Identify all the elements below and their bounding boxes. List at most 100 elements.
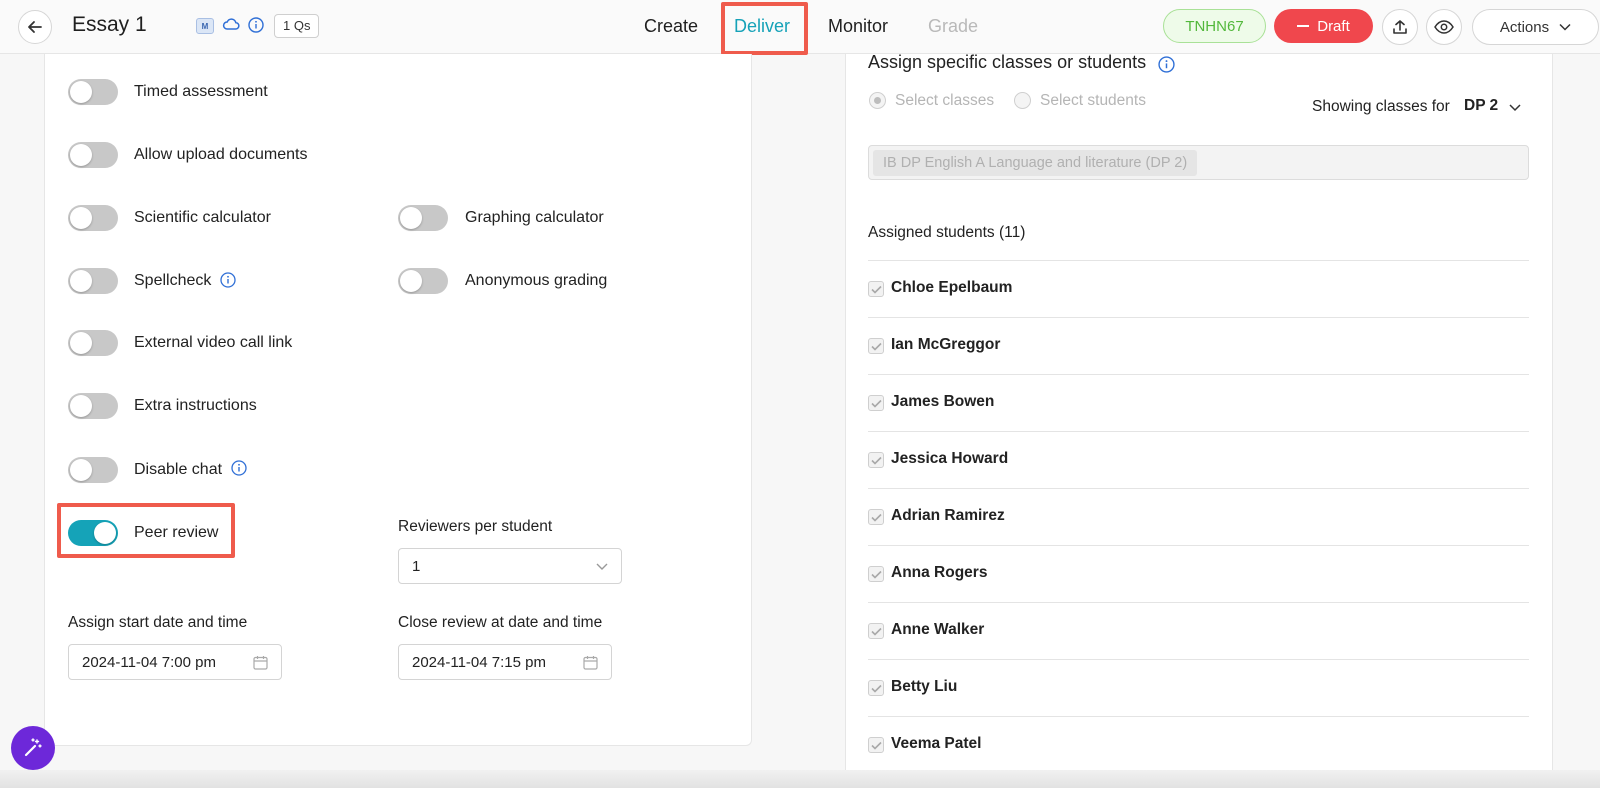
check-icon: [870, 570, 882, 579]
preview-button[interactable]: [1426, 9, 1462, 45]
cloud-icon: [222, 18, 240, 30]
label-scientific-calculator: Scientific calculator: [134, 209, 271, 226]
student-name: Adrian Ramirez: [891, 507, 1005, 524]
page-title: Essay 1: [72, 13, 147, 36]
radio-select-classes[interactable]: [869, 92, 886, 109]
assign-start-value: 2024-11-04 7:00 pm: [82, 654, 216, 671]
draft-status-button[interactable]: Draft: [1274, 9, 1373, 43]
radio-select-classes-label: Select classes: [895, 92, 995, 109]
join-code-pill[interactable]: TNHN67: [1163, 9, 1266, 43]
deliver-tab-highlight: [721, 2, 808, 55]
label-allow-upload-documents: Allow upload documents: [134, 146, 308, 163]
microsoft-integration-icon: M: [196, 18, 214, 34]
label-disable-chat: Disable chat: [134, 461, 223, 478]
disable-chat-info-icon[interactable]: [231, 460, 247, 476]
close-review-value: 2024-11-04 7:15 pm: [412, 654, 546, 671]
student-checkbox[interactable]: [868, 281, 884, 297]
close-review-date-input[interactable]: 2024-11-04 7:15 pm: [398, 644, 612, 680]
students-list: Chloe Epelbaum Ian McGreggor James Bowen Je…: [868, 260, 1529, 773]
reviewers-per-student-value: 1: [412, 558, 421, 575]
close-review-label: Close review at date and time: [398, 614, 603, 631]
toggle-peer-review[interactable]: [68, 520, 118, 546]
student-checkbox[interactable]: [868, 338, 884, 354]
class-chip: IB DP English A Language and literature …: [873, 150, 1198, 176]
toggle-anonymous-grading[interactable]: [398, 268, 448, 294]
actions-dropdown[interactable]: Actions: [1472, 9, 1599, 45]
assign-start-date-input[interactable]: 2024-11-04 7:00 pm: [68, 644, 282, 680]
student-row[interactable]: Chloe Epelbaum: [868, 260, 1529, 317]
student-checkbox[interactable]: [868, 680, 884, 696]
student-row[interactable]: Veema Patel: [868, 716, 1529, 773]
draft-label: Draft: [1317, 17, 1350, 35]
toggle-allow-upload-documents[interactable]: [68, 142, 118, 168]
back-button[interactable]: [18, 10, 52, 44]
calendar-icon: [253, 656, 268, 670]
toggle-external-video-call-link[interactable]: [68, 330, 118, 356]
tab-monitor[interactable]: Monitor: [828, 16, 888, 37]
label-anonymous-grading: Anonymous grading: [465, 272, 608, 289]
student-checkbox[interactable]: [868, 509, 884, 525]
student-row[interactable]: Adrian Ramirez: [868, 488, 1529, 545]
toggle-timed-assessment[interactable]: [68, 79, 118, 105]
student-row[interactable]: Jessica Howard: [868, 431, 1529, 488]
student-row[interactable]: Betty Liu: [868, 659, 1529, 716]
assign-start-label: Assign start date and time: [68, 614, 248, 631]
toggle-graphing-calculator[interactable]: [398, 205, 448, 231]
student-row[interactable]: Anne Walker: [868, 602, 1529, 659]
calendar-icon: [583, 656, 598, 670]
label-extra-instructions: Extra instructions: [134, 397, 257, 414]
student-checkbox[interactable]: [868, 566, 884, 582]
student-name: Chloe Epelbaum: [891, 279, 1013, 296]
student-row[interactable]: Anna Rogers: [868, 545, 1529, 602]
share-button[interactable]: [1382, 9, 1418, 45]
showing-classes-label: Showing classes for: [1312, 98, 1450, 115]
tab-grade[interactable]: Grade: [928, 16, 978, 37]
student-checkbox[interactable]: [868, 623, 884, 639]
info-icon[interactable]: [248, 17, 264, 33]
arrow-left-icon: [28, 21, 42, 33]
label-external-video-call-link: External video call link: [134, 334, 293, 351]
radio-select-students-label: Select students: [1040, 92, 1146, 109]
student-checkbox[interactable]: [868, 737, 884, 753]
check-icon: [870, 513, 882, 522]
check-icon: [870, 627, 882, 636]
actions-label: Actions: [1499, 18, 1550, 36]
upload-icon: [1393, 20, 1407, 34]
student-checkbox[interactable]: [868, 395, 884, 411]
toggle-disable-chat[interactable]: [68, 457, 118, 483]
student-row[interactable]: James Bowen: [868, 374, 1529, 431]
check-icon: [870, 342, 882, 351]
assign-info-icon[interactable]: [1158, 56, 1175, 73]
check-icon: [870, 741, 882, 750]
chevron-down-icon: [596, 563, 608, 570]
toggle-extra-instructions[interactable]: [68, 393, 118, 419]
check-icon: [870, 399, 882, 408]
student-checkbox[interactable]: [868, 452, 884, 468]
chevron-down-icon[interactable]: [1508, 100, 1522, 114]
student-name: Ian McGreggor: [891, 336, 1001, 353]
toggle-spellcheck[interactable]: [68, 268, 118, 294]
student-name: Jessica Howard: [891, 450, 1009, 467]
ai-assistant-button[interactable]: [11, 726, 55, 770]
check-icon: [870, 684, 882, 693]
minus-icon: [1297, 25, 1310, 27]
spellcheck-info-icon[interactable]: [220, 272, 236, 288]
assigned-students-heading: Assigned students (11): [868, 224, 1026, 241]
radio-select-students[interactable]: [1014, 92, 1031, 109]
student-name: Betty Liu: [891, 678, 958, 695]
reviewers-per-student-select[interactable]: 1: [398, 548, 622, 584]
tab-create[interactable]: Create: [644, 16, 698, 37]
class-select-field[interactable]: IB DP English A Language and literature …: [868, 145, 1529, 180]
question-count-badge: 1 Qs: [274, 14, 320, 38]
bottom-shadow: [0, 770, 1600, 788]
showing-classes-value[interactable]: DP 2: [1464, 97, 1498, 115]
label-spellcheck: Spellcheck: [134, 272, 212, 289]
student-row[interactable]: Ian McGreggor: [868, 317, 1529, 374]
check-icon: [870, 285, 882, 294]
assign-section-title: Assign specific classes or students: [868, 52, 1147, 72]
chevron-down-icon: [1559, 23, 1571, 31]
student-name: Veema Patel: [891, 735, 982, 752]
student-name: Anne Walker: [891, 621, 985, 638]
toggle-scientific-calculator[interactable]: [68, 205, 118, 231]
magic-wand-icon: [24, 738, 42, 757]
